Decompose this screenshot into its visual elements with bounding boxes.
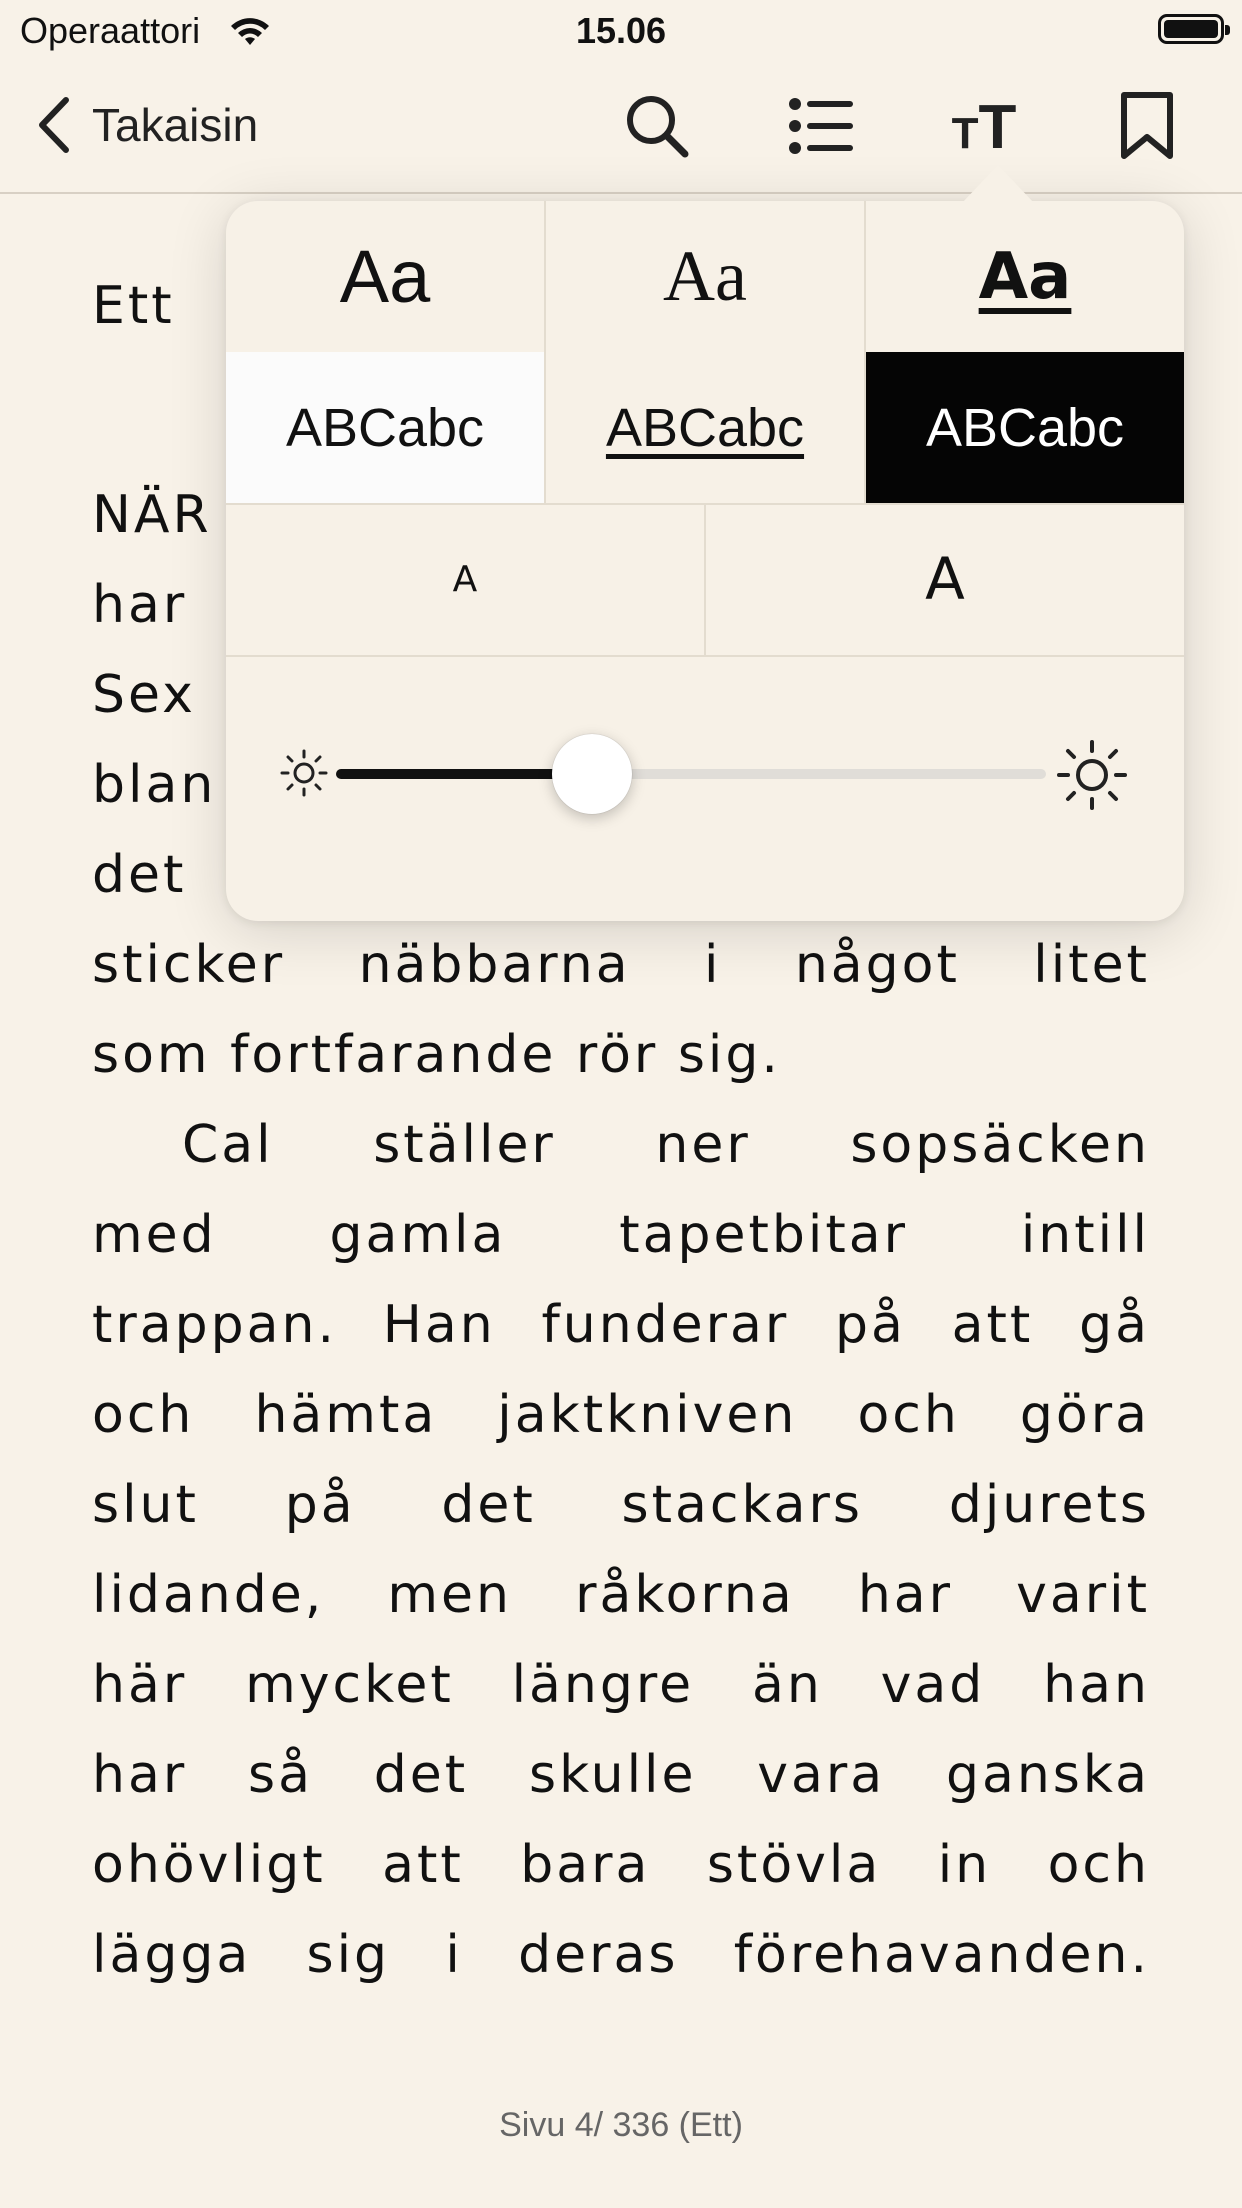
theme-white-button[interactable]: ABCabc <box>226 352 546 503</box>
word: det <box>441 1475 536 1535</box>
text-line: NÄR <box>92 485 212 545</box>
word: jaktkniven <box>497 1385 798 1445</box>
chapter-title: Ett <box>92 276 175 336</box>
word: trappan. <box>92 1295 337 1355</box>
word: sopsäcken <box>850 1115 1150 1175</box>
word: lägga <box>92 1925 252 1985</box>
word: Cal <box>182 1115 274 1175</box>
text-line: ohövligt att bara stövla in och <box>92 1830 1150 1900</box>
word: gå <box>1079 1295 1150 1355</box>
text-line: som fortfarande rör sig. <box>92 1025 781 1085</box>
theme-black-button[interactable]: ABCabc <box>866 352 1184 503</box>
word: och <box>857 1385 960 1445</box>
text-line: slut på det stackars djurets <box>92 1470 1150 1540</box>
word: sig <box>306 1925 391 1985</box>
text-line: trappan. Han funderar på att gå <box>92 1290 1150 1360</box>
text-line: det <box>92 845 187 905</box>
text-line: med gamla tapetbitar intill <box>92 1200 1150 1270</box>
brightness-control <box>226 655 1184 921</box>
word: på <box>835 1295 906 1355</box>
word: har <box>857 1565 954 1625</box>
popover-arrow <box>962 165 1034 203</box>
text-line: här mycket längre än vad han <box>92 1650 1150 1720</box>
word: men <box>387 1565 512 1625</box>
word: ner <box>655 1115 751 1175</box>
word: det <box>373 1745 469 1805</box>
brightness-slider-thumb[interactable] <box>551 734 632 814</box>
word: i <box>703 935 722 995</box>
word: varit <box>1016 1565 1150 1625</box>
battery-icon <box>1158 14 1230 44</box>
word: vad <box>880 1655 986 1715</box>
word: med <box>92 1205 217 1265</box>
word: djurets <box>948 1475 1150 1535</box>
word: deras <box>518 1925 679 1985</box>
word: tapetbitar <box>619 1205 908 1265</box>
text-line: blan <box>92 755 217 815</box>
text-line: Sex <box>92 665 196 725</box>
font-option-rounded[interactable]: Aa <box>866 201 1184 352</box>
word: på <box>284 1475 356 1535</box>
word: han <box>1043 1655 1150 1715</box>
appearance-popover: Aa Aa Aa ABCabc ABCabc ABCabc A A <box>226 165 1184 921</box>
decrease-text-size-button[interactable]: A <box>226 503 706 655</box>
word: har <box>92 1745 188 1805</box>
word: gamla <box>329 1205 507 1265</box>
word: här <box>92 1655 188 1715</box>
text-line: och hämta jaktkniven och göra <box>92 1380 1150 1450</box>
font-selector: Aa Aa Aa <box>226 201 1184 354</box>
text-line: har så det skulle vara ganska <box>92 1740 1150 1810</box>
word: lidande, <box>92 1565 325 1625</box>
sun-large-icon <box>1057 740 1127 810</box>
word: sticker <box>92 935 286 995</box>
word: så <box>248 1745 313 1805</box>
word: intill <box>1020 1205 1150 1265</box>
word: näbbarna <box>358 935 631 995</box>
word: stövla <box>706 1835 882 1895</box>
word: skulle <box>529 1745 697 1805</box>
word: vara <box>757 1745 886 1805</box>
text-size-controls: A A <box>226 503 1184 657</box>
word: något <box>794 935 960 995</box>
word: ohövligt <box>92 1835 326 1895</box>
word: göra <box>1019 1385 1150 1445</box>
word: slut <box>92 1475 199 1535</box>
text-line: sticker näbbarna i något litet <box>92 930 1150 1000</box>
word: förehavanden. <box>733 1925 1150 1985</box>
word: att <box>951 1295 1034 1355</box>
brightness-slider[interactable] <box>336 769 1046 779</box>
theme-selector: ABCabc ABCabc ABCabc <box>226 352 1184 505</box>
word: råkorna <box>575 1565 795 1625</box>
page-indicator: Sivu 4/ 336 (Ett) <box>499 2106 743 2144</box>
text-line: lidande, men råkorna har varit <box>92 1560 1150 1630</box>
word: mycket <box>245 1655 454 1715</box>
font-option-serif[interactable]: Aa <box>546 201 866 352</box>
word: bara <box>520 1835 651 1895</box>
word: än <box>751 1655 823 1715</box>
word: i <box>445 1925 463 1985</box>
text-line: lägga sig i deras förehavanden. <box>92 1920 1150 1990</box>
word: in <box>937 1835 992 1895</box>
word: längre <box>511 1655 695 1715</box>
word: och <box>1047 1835 1150 1895</box>
word: att <box>382 1835 464 1895</box>
chevron-left-icon <box>39 97 69 153</box>
text-line: har <box>92 575 188 635</box>
word: och <box>92 1385 195 1445</box>
font-option-sans[interactable]: Aa <box>226 201 546 352</box>
word: funderar <box>541 1295 790 1355</box>
theme-sepia-button[interactable]: ABCabc <box>546 352 866 503</box>
word: ganska <box>945 1745 1150 1805</box>
text-line: Cal ställer ner sopsäcken <box>182 1110 1150 1180</box>
sun-small-icon <box>280 749 328 797</box>
word: litet <box>1033 935 1150 995</box>
word: stackars <box>621 1475 864 1535</box>
word: Han <box>382 1295 496 1355</box>
increase-text-size-button[interactable]: A <box>706 503 1184 655</box>
word: hämta <box>254 1385 438 1445</box>
word: ställer <box>373 1115 556 1175</box>
